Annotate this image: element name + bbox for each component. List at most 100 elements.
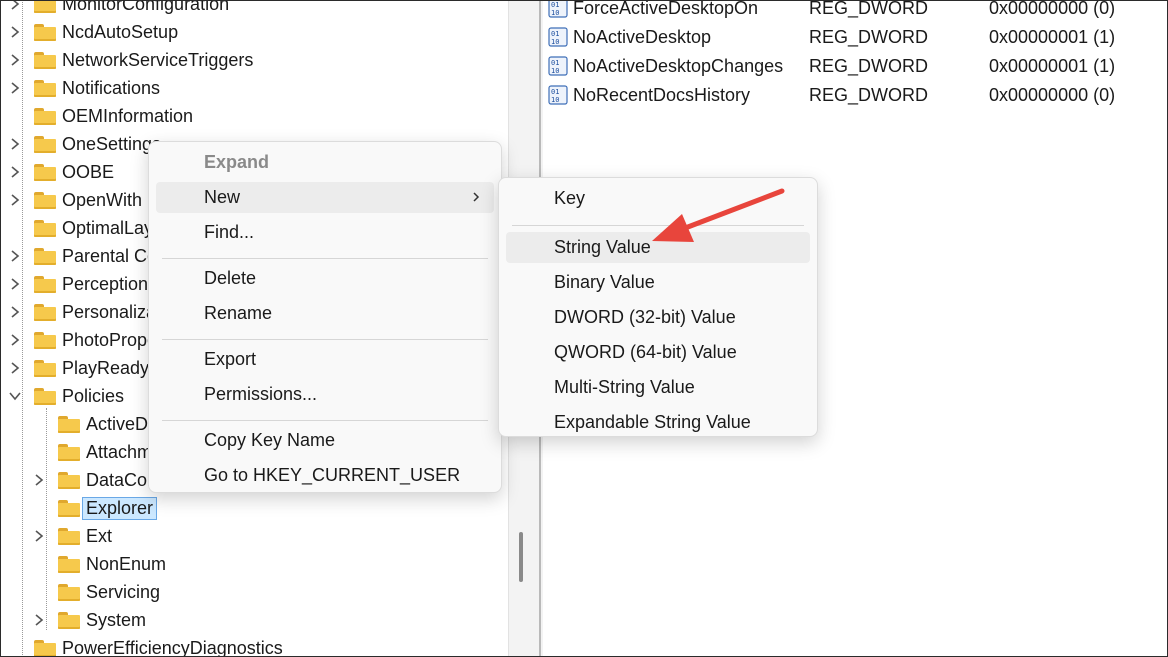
folder-icon [34,107,56,125]
chevron-right-icon[interactable] [32,529,46,543]
tree-guide-line [22,0,23,657]
value-type: REG_DWORD [809,27,929,47]
reg-dword-icon: 0110 [548,85,568,105]
chevron-right-icon[interactable] [8,25,22,39]
folder-icon [34,219,56,237]
chevron-right-icon [473,192,480,202]
value-name: NoActiveDesktop [573,27,712,47]
tree-item[interactable]: PowerEfficiencyDiagnostics [34,634,283,657]
new-submenu-item-label: Binary Value [554,272,655,292]
folder-icon [34,387,56,405]
value-type: REG_DWORD [809,0,929,18]
tree-item[interactable]: MonitorConfiguration [11,0,229,18]
tree-item-label: OneSettings [62,133,162,154]
chevron-right-icon[interactable] [8,193,22,207]
new-submenu-item[interactable]: QWORD (64-bit) Value [506,337,810,368]
chevron-down-icon[interactable] [8,389,22,403]
context-menu: Expand New Find... Delete Rename Export Permis… [148,141,502,493]
chevron-right-icon[interactable] [8,0,22,11]
chevron-right-icon[interactable] [32,613,46,627]
tree-item-label: PowerEfficiencyDiagnostics [62,637,283,657]
folder-icon [58,443,80,461]
chevron-right-icon[interactable] [8,137,22,151]
new-submenu-item[interactable]: DWORD (32-bit) Value [506,302,810,333]
new-submenu-item[interactable]: Multi-String Value [506,372,810,403]
chevron-right-icon[interactable] [8,305,22,319]
tree-item-label: Servicing [86,581,161,602]
context-menu-item[interactable]: Go to HKEY_CURRENT_USER [156,460,494,491]
value-data: 0x00000001 (1) [989,56,1116,76]
tree-item[interactable]: NcdAutoSetup [11,18,179,46]
tree-item[interactable]: Servicing [58,578,160,606]
tree-item[interactable]: Notifications [11,74,161,102]
new-submenu-item[interactable]: Key [506,183,810,214]
context-menu-item[interactable]: Permissions... [156,379,494,410]
tree-item[interactable]: OpenWith [11,186,143,214]
registry-value-row[interactable]: 01 10 ForceActiveDesktopOn REG_DWORD 0x00000… [542,0,1168,23]
context-menu-item-label: Find... [204,222,255,242]
tree-item[interactable]: OEMInformation [34,102,193,130]
tree-item-label: System [86,609,147,630]
registry-value-row[interactable]: 01 10 NoActiveDesktopChanges REG_DWORD 0x000… [542,52,1168,81]
chevron-right-icon[interactable] [8,333,22,347]
context-menu-item[interactable]: New [156,182,494,213]
value-name: ForceActiveDesktopOn [573,0,759,18]
chevron-right-icon[interactable] [32,473,46,487]
new-submenu-item[interactable]: Expandable String Value [506,407,810,438]
context-menu-item[interactable]: Copy Key Name [156,425,494,456]
context-menu-item[interactable]: Export [156,344,494,375]
new-submenu-item[interactable]: Binary Value [506,267,810,298]
new-submenu-item-label: QWORD (64-bit) Value [554,342,737,362]
tree-item[interactable]: Perception [11,270,149,298]
registry-value-row[interactable]: 01 10 NoRecentDocsHistory REG_DWORD 0x000000… [542,81,1168,110]
context-menu-item-label: Go to HKEY_CURRENT_USER [204,465,461,485]
new-submenu-item-label: DWORD (32-bit) Value [554,307,736,327]
chevron-right-icon[interactable] [8,249,22,263]
folder-icon [34,247,56,265]
chevron-right-icon[interactable] [8,53,22,67]
value-name: NoActiveDesktopChanges [573,56,784,76]
context-menu-item[interactable]: Rename [156,298,494,329]
tree-item[interactable]: OOBE [11,158,115,186]
menu-separator [162,257,488,259]
context-menu-item[interactable]: Find... [156,217,494,248]
tree-item-label: Explorer [81,496,158,520]
tree-item[interactable]: OneSettings [11,130,162,158]
tree-item-label: Notifications [62,77,161,98]
chevron-right-icon[interactable] [8,277,22,291]
context-menu-item[interactable]: Delete [156,263,494,294]
folder-icon [34,359,56,377]
svg-text:01: 01 [551,88,559,96]
tree-item-label: OpenWith [62,189,143,210]
folder-icon [34,51,56,69]
tree-scrollbar-thumb[interactable] [519,532,523,582]
value-type: REG_DWORD [809,56,929,76]
tree-item[interactable]: Policies [9,382,124,410]
tree-item-label: NcdAutoSetup [62,21,179,42]
folder-icon [34,163,56,181]
tree-item[interactable]: System [35,606,147,634]
folder-icon [34,331,56,349]
new-submenu-item[interactable]: String Value [506,232,810,263]
tree-item[interactable]: Ext [35,522,112,550]
tree-item-label: OOBE [62,161,115,182]
menu-separator [162,419,488,421]
context-menu-item-label: Permissions... [204,384,318,404]
tree-item[interactable]: PlayReady [11,354,149,382]
tree-item[interactable]: NetworkServiceTriggers [11,46,254,74]
chevron-right-icon[interactable] [8,165,22,179]
svg-text:10: 10 [551,38,559,46]
tree-item-label: Perception [62,273,149,294]
svg-text:10: 10 [551,67,559,75]
tree-item-label: NetworkServiceTriggers [62,49,254,70]
tree-item[interactable]: NonEnum [58,550,166,578]
chevron-right-icon[interactable] [8,81,22,95]
tree-item-label: OEMInformation [62,105,194,126]
tree-item[interactable]: Explorer [58,494,158,522]
folder-icon [34,79,56,97]
folder-icon [58,611,80,629]
context-menu-item-label: Expand [204,152,270,172]
context-menu-item-label: Export [204,349,257,369]
registry-value-row[interactable]: 01 10 NoActiveDesktop REG_DWORD 0x00000001 (… [542,23,1168,52]
chevron-right-icon[interactable] [8,361,22,375]
